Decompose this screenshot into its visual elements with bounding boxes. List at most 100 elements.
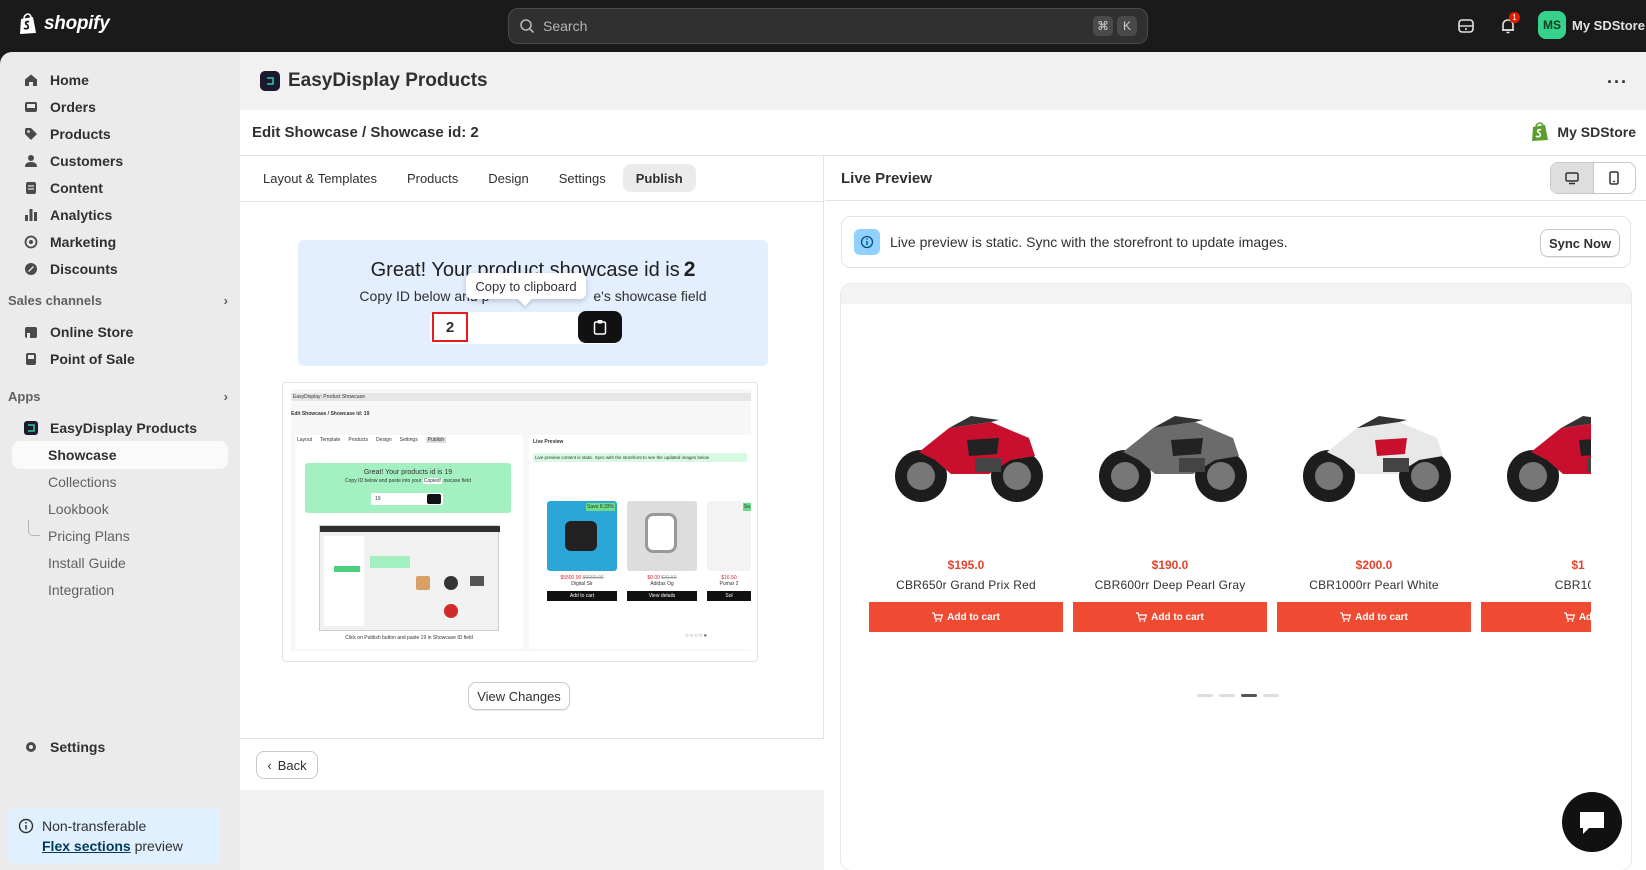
search-bar[interactable]: ⌘ K [508, 8, 1148, 44]
info-icon [18, 818, 34, 834]
sidebar-subitem-label: Showcase [48, 447, 117, 463]
add-to-cart-button[interactable]: Ad [1481, 602, 1591, 632]
add-to-cart-button[interactable]: Add to cart [869, 602, 1063, 632]
sidebar-item-online-store[interactable]: Online Store [12, 318, 228, 346]
guide-card-badge: Save 8.33% [586, 503, 615, 511]
sidebar-subitem-label: Pricing Plans [48, 528, 130, 544]
showcase-id-field[interactable]: 2 [430, 311, 622, 344]
sidebar-subitem-label: Integration [48, 582, 115, 598]
product-price: $195.0 [947, 558, 985, 572]
guide-theme-editor-shot [319, 525, 500, 631]
sidebar-item-analytics[interactable]: Analytics [12, 201, 228, 229]
sidebar-item-label: Online Store [50, 324, 134, 340]
live-preview-pane: Live Preview Live preview is static. Syn… [825, 156, 1646, 870]
guide-headline: Great! Your products id is 19 [363, 469, 453, 476]
sidebar-item-label: Products [50, 126, 111, 142]
sidebar-item-marketing[interactable]: Marketing [12, 228, 228, 256]
sidebar-item-orders[interactable]: Orders [12, 93, 228, 121]
store-activity-button[interactable] [1454, 14, 1478, 38]
tab-layout-templates[interactable]: Layout & Templates [250, 164, 390, 192]
carousel-dot[interactable] [1241, 694, 1257, 697]
sidebar-item-easydisplay[interactable]: EasyDisplay Products [12, 414, 228, 442]
sidebar-subitem-lookbook[interactable]: Lookbook [12, 495, 228, 523]
shopify-bag-icon [1532, 122, 1549, 141]
product-card[interactable]: $200.0 CBR1000rr Pearl White Add to cart [1277, 394, 1471, 664]
sidebar-item-label: Point of Sale [50, 351, 135, 367]
flex-sections-notice: Non-transferable Flex sections preview [8, 808, 220, 864]
page-title: Edit Showcase / Showcase id: 2 [252, 124, 479, 141]
sales-channels-heading[interactable]: Sales channels › [8, 293, 228, 308]
device-toggle [1550, 162, 1636, 194]
desktop-view-button[interactable] [1551, 163, 1594, 193]
tab-design[interactable]: Design [475, 164, 541, 192]
guide-copied: Copied! [422, 478, 443, 484]
sidebar-item-discounts[interactable]: Discounts [12, 255, 228, 283]
add-to-cart-button[interactable]: Add to cart [1277, 602, 1471, 632]
guide-card-badge: Sa [742, 503, 751, 511]
carousel-dot[interactable] [1263, 694, 1279, 697]
guide-tab: Publish [425, 437, 447, 443]
shopify-logo[interactable]: shopify [18, 13, 110, 35]
back-button[interactable]: ‹ Back [256, 751, 318, 779]
sidebar-item-customers[interactable]: Customers [12, 147, 228, 175]
banner-text: Live preview is static. Sync with the st… [890, 234, 1288, 250]
product-card[interactable]: $190.0 CBR600rr Deep Pearl Gray Add to car… [1073, 394, 1267, 664]
apps-label: Apps [8, 389, 41, 404]
store-name: My SDStore [1572, 17, 1645, 33]
apps-heading[interactable]: Apps › [8, 389, 228, 404]
cart-icon [1136, 612, 1148, 622]
product-card[interactable]: $1 CBR100 Ad [1481, 394, 1591, 664]
mobile-icon [1609, 171, 1619, 185]
sidebar-item-content[interactable]: Content [12, 174, 228, 202]
add-to-cart-label: Add to cart [1355, 611, 1408, 623]
guide-subtext: Copy ID below and paste into your Copied… [305, 478, 511, 484]
target-icon [22, 233, 40, 251]
add-to-cart-button[interactable]: Add to cart [1073, 602, 1267, 632]
sidebar-subitem-install-guide[interactable]: Install Guide [12, 549, 228, 577]
more-actions-icon[interactable]: ··· [1607, 72, 1628, 93]
tab-publish[interactable]: Publish [622, 164, 696, 192]
chevron-left-icon: ‹ [267, 757, 272, 773]
sync-now-button[interactable]: Sync Now [1540, 229, 1620, 257]
chat-button[interactable] [1562, 792, 1622, 852]
showcase-id-value[interactable]: 2 [432, 312, 468, 342]
store-menu-button[interactable]: MS My SDStore [1538, 11, 1645, 39]
flex-sections-link[interactable]: Flex sections [42, 838, 131, 854]
view-changes-button[interactable]: View Changes [468, 682, 570, 710]
motorcycle-image [895, 416, 1043, 502]
subtext-end: e's showcase field [593, 288, 707, 304]
product-carousel[interactable]: $195.0 CBR650r Grand Prix Red Add to cart $… [869, 394, 1591, 674]
pos-icon [22, 350, 40, 368]
carousel-dot[interactable] [1219, 694, 1235, 697]
app-title-text: EasyDisplay Products [288, 70, 488, 91]
showcase-preview: $195.0 CBR650r Grand Prix Red Add to cart $… [841, 284, 1631, 870]
sidebar-subitem-integration[interactable]: Integration [12, 576, 228, 604]
sidebar-subitem-showcase[interactable]: Showcase [12, 441, 228, 469]
publish-success-card: Great! Your product showcase id is 2 Copy… [298, 240, 768, 366]
mobile-view-button[interactable] [1594, 163, 1636, 193]
brand-name: shopify [44, 13, 110, 34]
sidebar-item-label: EasyDisplay Products [50, 420, 198, 436]
carousel-dot[interactable] [1197, 694, 1213, 697]
tab-settings[interactable]: Settings [546, 164, 619, 192]
product-card[interactable]: $195.0 CBR650r Grand Prix Red Add to cart [869, 394, 1063, 664]
sidebar-item-settings[interactable]: Settings [12, 733, 228, 761]
notifications-button[interactable]: 1 [1496, 12, 1520, 38]
sidebar-subitem-pricing-plans[interactable]: Pricing Plans [12, 522, 228, 550]
sidebar-item-home[interactable]: Home [12, 66, 228, 94]
easydisplay-app-icon [22, 419, 40, 437]
edit-bar: Edit Showcase / Showcase id: 2 My SDStor… [240, 110, 1646, 156]
success-id: 2 [683, 258, 696, 281]
sidebar-subitem-collections[interactable]: Collections [12, 468, 228, 496]
product-price: $200.0 [1355, 558, 1393, 572]
sidebar-item-point-of-sale[interactable]: Point of Sale [12, 345, 228, 373]
sidebar-subitem-label: Install Guide [48, 555, 126, 571]
guide-card-button: Add to cart [547, 591, 617, 601]
copy-button[interactable] [578, 311, 622, 343]
product-name: CBR600rr Deep Pearl Gray [1094, 578, 1246, 592]
add-to-cart-label: Add to cart [947, 611, 1000, 623]
tab-products[interactable]: Products [394, 164, 471, 192]
guide-card-image [627, 501, 697, 571]
search-input[interactable] [543, 18, 1089, 34]
sidebar-item-products[interactable]: Products [12, 120, 228, 148]
